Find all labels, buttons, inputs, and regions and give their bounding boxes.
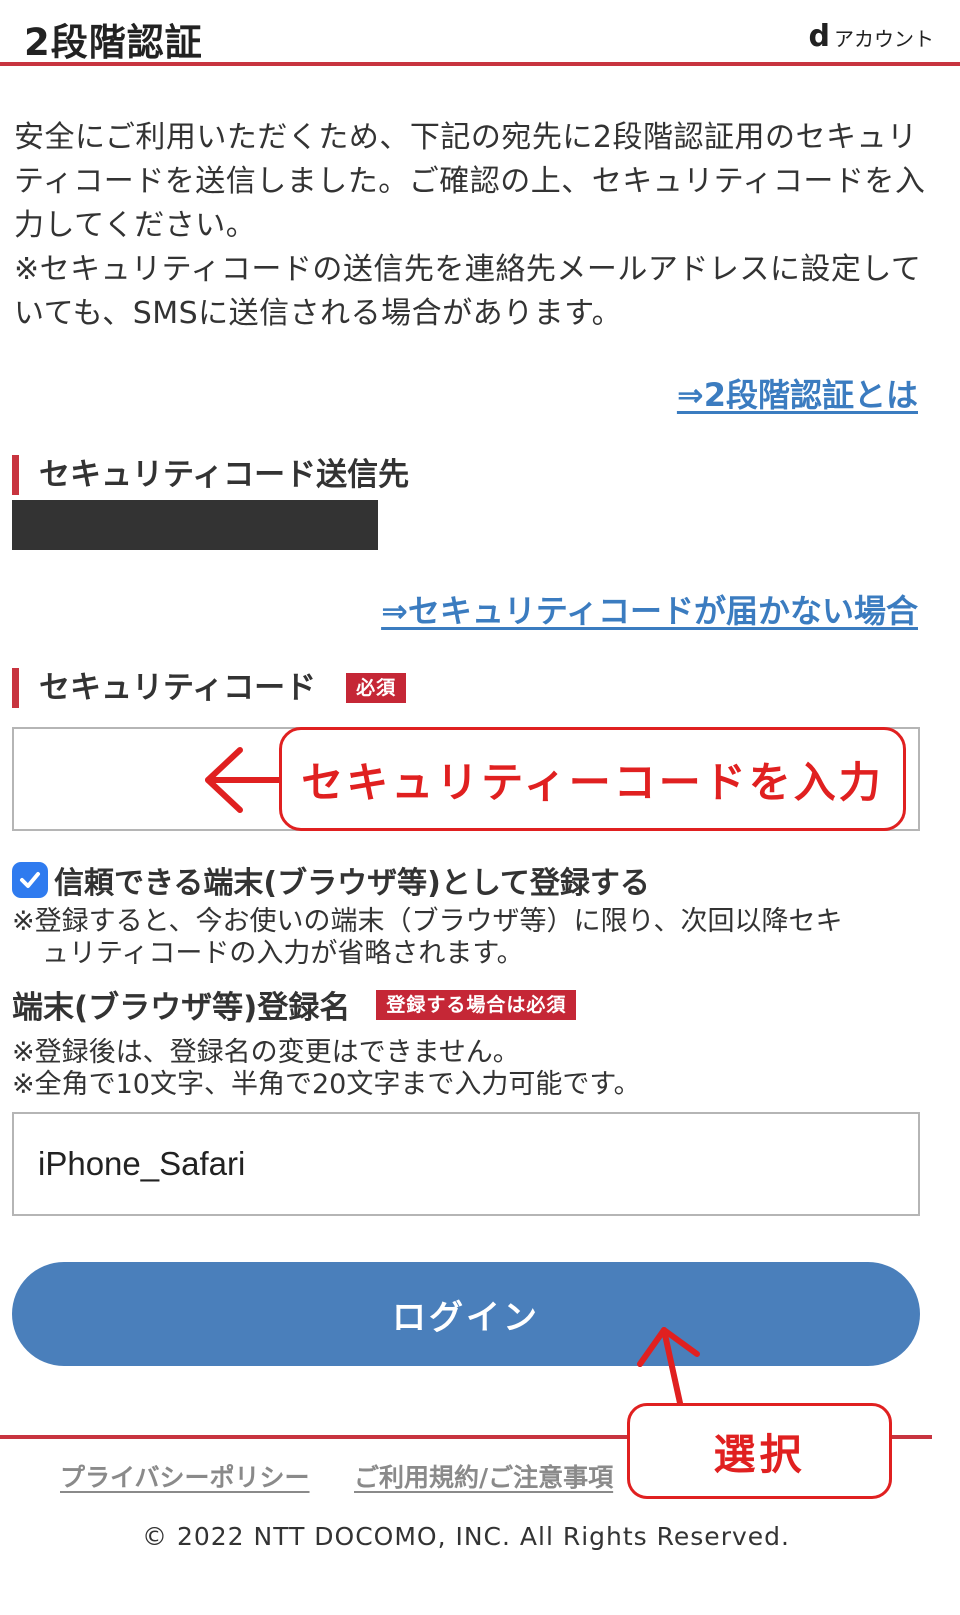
- terms-link[interactable]: ご利用規約/ご注意事項: [354, 1458, 613, 1494]
- destination-section-title: セキュリティコード送信先: [12, 455, 409, 495]
- intro-paragraph-1: 安全にご利用いただくため、下記の宛先に2段階認証用のセキュリティコードを送信しま…: [14, 120, 926, 243]
- trusted-device-note-line-2: ュリティコードの入力が省略されます。: [42, 938, 524, 969]
- security-code-section-title: セキュリティコード 必須: [12, 668, 407, 708]
- device-name-input[interactable]: [12, 1112, 920, 1216]
- page-header: 2段階認証 d アカウント: [0, 0, 960, 66]
- intro-paragraph-2: ※セキュリティコードの送信先を連絡先メールアドレスに設定していても、SMSに送信…: [14, 252, 922, 331]
- required-badge: 必須: [346, 673, 407, 703]
- trusted-device-row[interactable]: 信頼できる端末(ブラウザ等)として登録する: [12, 858, 650, 902]
- check-icon: [20, 872, 40, 888]
- login-button[interactable]: ログイン: [12, 1262, 920, 1366]
- conditional-required-badge: 登録する場合は必須: [376, 989, 577, 1020]
- device-name-note-1: ※登録後は、登録名の変更はできません。: [12, 1037, 520, 1068]
- intro-text: 安全にご利用いただくため、下記の宛先に2段階認証用のセキュリティコードを送信しま…: [14, 116, 944, 336]
- brand-mark: d: [808, 19, 830, 54]
- input-callout-annotation: セキュリティーコードを入力: [279, 727, 906, 831]
- code-not-received-link[interactable]: ⇒セキュリティコードが届かない場合: [381, 586, 918, 632]
- d-account-logo: d アカウント: [809, 22, 934, 52]
- destination-title-label: セキュリティコード送信先: [39, 457, 410, 493]
- device-name-notes: ※登録後は、登録名の変更はできません。 ※全角で10文字、半角で20文字まで入力…: [12, 1037, 641, 1101]
- security-code-title-label: セキュリティコード: [39, 670, 317, 706]
- trusted-device-label: 信頼できる端末(ブラウザ等)として登録する: [54, 866, 650, 901]
- device-name-note-2: ※全角で10文字、半角で20文字まで入力可能です。: [12, 1069, 641, 1100]
- masked-destination: [12, 500, 378, 550]
- trusted-device-note: ※登録すると、今お使いの端末（ブラウザ等）に限り、次回以降セキ ュリティコードの…: [12, 906, 842, 970]
- about-2fa-link[interactable]: ⇒2段階認証とは: [677, 370, 918, 416]
- device-name-label-text: 端末(ブラウザ等)登録名: [12, 990, 351, 1026]
- privacy-policy-link[interactable]: プライバシーポリシー: [60, 1458, 310, 1494]
- device-name-label: 端末(ブラウザ等)登録名 登録する場合は必須: [12, 982, 577, 1027]
- brand-text: アカウント: [834, 26, 934, 51]
- page-title: 2段階認証: [24, 21, 203, 64]
- copyright-text: © 2022 NTT DOCOMO, INC. All Rights Reser…: [142, 1522, 790, 1551]
- trusted-device-checkbox[interactable]: [12, 862, 48, 898]
- select-callout-annotation: 選択: [627, 1403, 892, 1499]
- trusted-device-note-line-1: ※登録すると、今お使いの端末（ブラウザ等）に限り、次回以降セキ: [12, 906, 843, 937]
